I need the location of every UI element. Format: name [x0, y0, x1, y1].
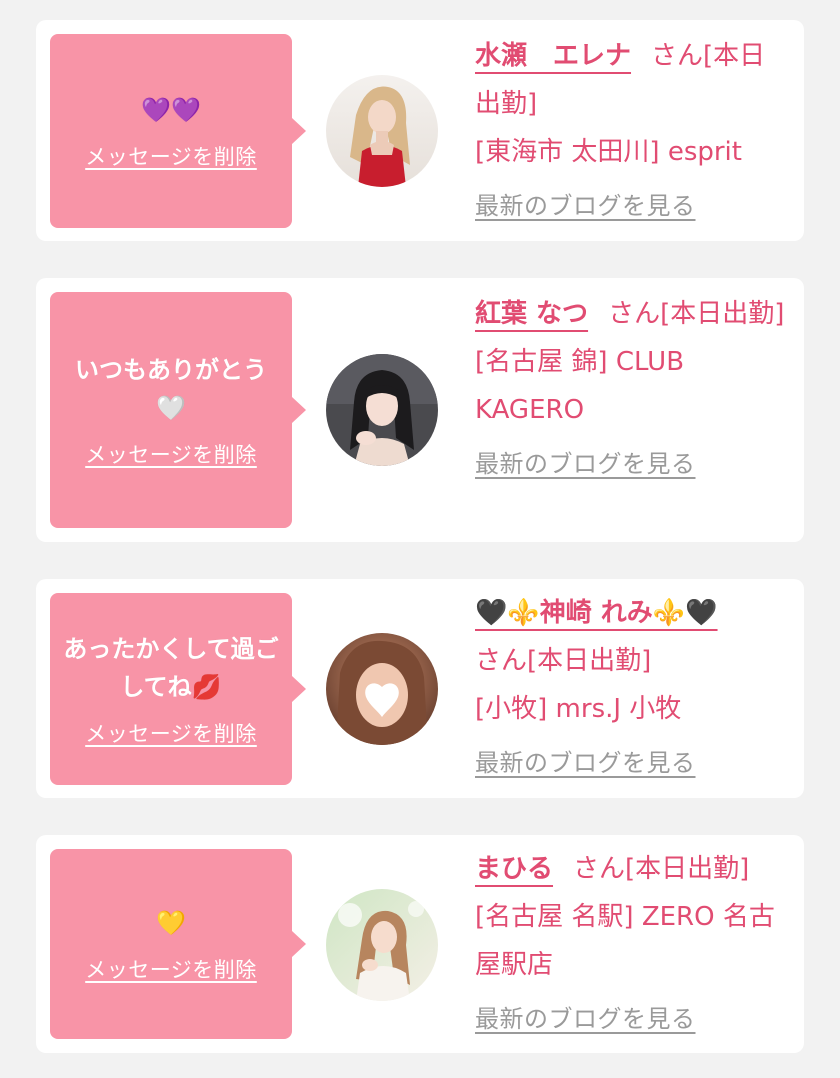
delete-message-link[interactable]: メッセージを削除: [85, 718, 257, 748]
message-bubble: 💛 メッセージを削除: [50, 849, 292, 1039]
latest-blog-link[interactable]: 最新のブログを見る: [475, 995, 696, 1043]
message-bubble: いつもありがとう🤍 メッセージを削除: [50, 292, 292, 528]
shop-name: [名古屋 錦] CLUB KAGERO: [475, 347, 685, 425]
shop-name: [小牧] mrs.J 小牧: [475, 694, 682, 724]
delete-message-link[interactable]: メッセージを削除: [85, 439, 257, 469]
cast-status: さん[本日出勤]: [573, 854, 750, 884]
message-text: あったかくして過ごしてね💋: [63, 635, 279, 701]
latest-blog-link[interactable]: 最新のブログを見る: [475, 440, 696, 488]
message-list: 💜💜 メッセージを削除 水瀬 エレナさん[本日出勤] [東海市 太田川] es: [0, 0, 840, 1078]
shop-name: [東海市 太田川] esprit: [475, 137, 742, 167]
message-card: いつもありがとう🤍 メッセージを削除 紅葉 なつ さん[本日出勤] [名古屋 錦]…: [36, 278, 804, 542]
delete-message-link[interactable]: メッセージを削除: [85, 141, 257, 171]
cast-info: 🖤⚜️神崎 れみ⚜️🖤 さん[本日出勤] [小牧] mrs.J 小牧 最新のブロ…: [475, 589, 785, 787]
message-text: 💛: [156, 909, 186, 937]
latest-blog-link[interactable]: 最新のブログを見る: [475, 739, 696, 787]
cast-status: さん[本日出勤]: [475, 646, 652, 676]
delete-message-link[interactable]: メッセージを削除: [85, 954, 257, 984]
cast-name-link[interactable]: 🖤⚜️神崎 れみ⚜️🖤: [475, 598, 718, 628]
cast-info: 水瀬 エレナ さん[本日出勤] [東海市 太田川] esprit 最新のブログを見…: [475, 32, 785, 230]
cast-name-link[interactable]: まひる: [475, 854, 553, 884]
avatar[interactable]: [326, 633, 438, 745]
avatar[interactable]: [326, 354, 438, 466]
cast-status: さん[本日出勤]: [608, 299, 785, 329]
message-bubble: あったかくして過ごしてね💋 メッセージを削除: [50, 593, 292, 785]
message-card: 💜💜 メッセージを削除 水瀬 エレナさん[本日出勤] [東海市 太田川] es: [36, 20, 804, 241]
cast-name-link[interactable]: 水瀬 エレナ: [475, 41, 631, 71]
message-card: あったかくして過ごしてね💋 メッセージを削除 🖤⚜️神崎 れみ⚜️🖤 さん[本日…: [36, 579, 804, 798]
avatar[interactable]: [326, 75, 438, 187]
message-text: いつもありがとう🤍: [75, 356, 267, 422]
message-text: 💜💜: [141, 96, 201, 124]
cast-info: まひる さん[本日出勤] [名古屋 名駅] ZERO 名古屋駅店 最新のブログを見…: [475, 845, 785, 1043]
shop-name: [名古屋 名駅] ZERO 名古屋駅店: [475, 902, 775, 980]
avatar[interactable]: [326, 889, 438, 1001]
cast-info: 紅葉 なつ さん[本日出勤] [名古屋 錦] CLUB KAGERO 最新のブログ…: [475, 290, 785, 488]
message-card: 💛 メッセージを削除 まひる さん[本日出勤] [名古屋 名駅] ZERO 名古…: [36, 835, 804, 1053]
message-bubble: 💜💜 メッセージを削除: [50, 34, 292, 228]
latest-blog-link[interactable]: 最新のブログを見る: [475, 182, 696, 230]
cast-name-link[interactable]: 紅葉 なつ: [475, 299, 588, 329]
